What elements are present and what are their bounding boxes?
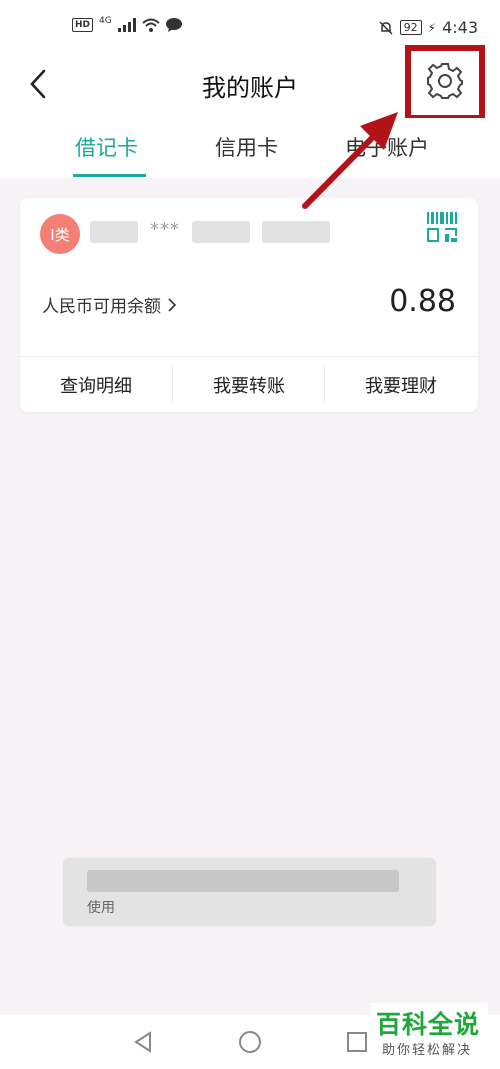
toast-blurred-text — [87, 870, 399, 892]
nav-back-button[interactable] — [128, 1027, 158, 1057]
toast-message: 使用 — [63, 858, 436, 926]
transfer-button[interactable]: 我要转账 — [173, 357, 325, 412]
wealth-management-button[interactable]: 我要理财 — [325, 357, 477, 412]
annotation-arrow — [302, 112, 398, 209]
watermark-title: 百科全说 — [376, 1010, 481, 1039]
toast-text: 使用 — [87, 900, 115, 916]
nav-home-button[interactable] — [235, 1027, 265, 1057]
view-details-button[interactable]: 查询明细 — [20, 357, 172, 412]
square-recents-icon — [347, 1032, 367, 1052]
circle-home-icon — [239, 1031, 261, 1053]
watermark: 百科全说 助你轻松解决 — [370, 1003, 488, 1063]
triangle-back-icon — [134, 1031, 151, 1053]
nav-recents-button[interactable] — [342, 1027, 372, 1057]
watermark-subtitle: 助你轻松解决 — [382, 1043, 473, 1058]
